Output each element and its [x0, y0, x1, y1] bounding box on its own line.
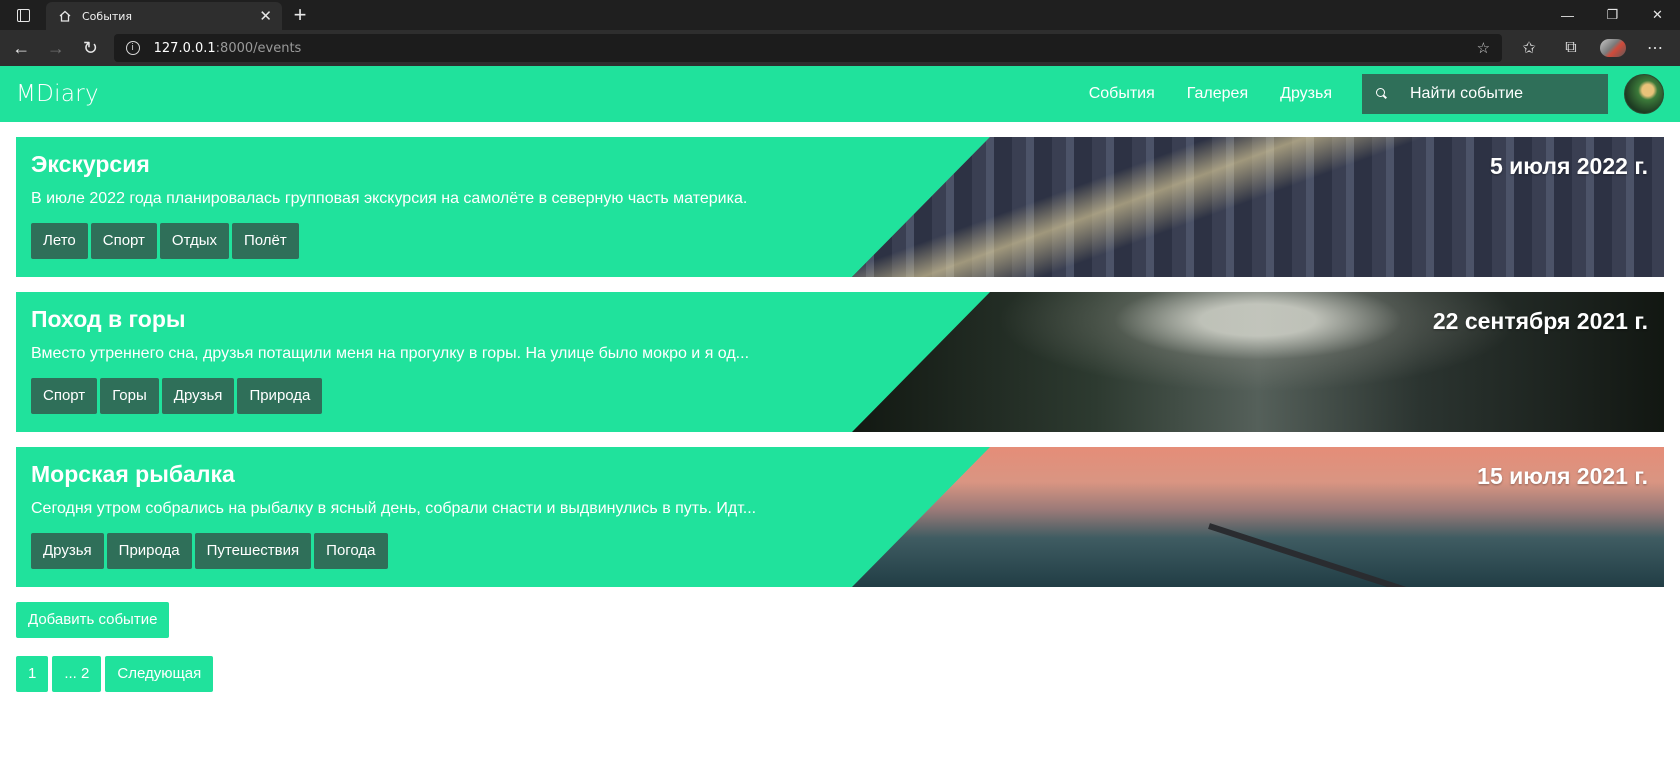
pier-shape — [1208, 522, 1496, 587]
tag[interactable]: Полёт — [232, 223, 299, 259]
window-controls: — ❐ ✕ — [1545, 0, 1680, 30]
address-bar-row: ← → ↻ i 127.0.0.1:8000/events ☆ ✩ ⧉ ⋯ — [0, 30, 1680, 66]
event-description: Вместо утреннего сна, друзья потащили ме… — [31, 345, 750, 362]
new-tab-button[interactable]: + — [282, 0, 318, 30]
add-event-button[interactable]: Добавить событие — [16, 602, 170, 638]
nav-link-events[interactable]: События — [1089, 85, 1155, 103]
url-path: :8000/events — [215, 40, 302, 56]
event-date: 15 июля 2021 г. — [1477, 463, 1648, 489]
next-page-button[interactable]: Следующая — [105, 656, 214, 692]
url-text: 127.0.0.1:8000/events — [154, 41, 302, 56]
back-icon[interactable]: ← — [4, 33, 39, 63]
tag[interactable]: Спорт — [90, 223, 157, 259]
event-description: Сегодня утром собрались на рыбалку в ясн… — [31, 500, 757, 517]
site-navbar: MDiary События Галерея Друзья Найти собы… — [0, 66, 1680, 122]
browser-tab[interactable]: События ✕ — [46, 2, 282, 30]
close-tab-icon[interactable]: ✕ — [259, 9, 272, 24]
event-description: В июле 2022 года планировалась групповая… — [31, 190, 748, 207]
event-card[interactable]: Морская рыбалка Сегодня утром собрались … — [16, 447, 1664, 587]
browser-tab-strip: События ✕ + — ❐ ✕ — [0, 0, 1680, 30]
tab-actions-icon — [16, 8, 30, 22]
url-host: 127.0.0.1 — [153, 40, 216, 56]
search-input[interactable]: Найти событие — [1362, 74, 1608, 114]
tag[interactable]: Друзья — [31, 533, 104, 569]
site-info-icon[interactable]: i — [125, 41, 140, 55]
tag[interactable]: Отдых — [159, 223, 229, 259]
search-icon — [1376, 88, 1388, 100]
tag[interactable]: Горы — [100, 378, 159, 414]
avatar[interactable] — [1624, 74, 1664, 114]
tag[interactable]: Путешествия — [194, 533, 312, 569]
address-bar[interactable]: i 127.0.0.1:8000/events ☆ — [113, 34, 1503, 62]
refresh-icon[interactable]: ↻ — [73, 33, 108, 63]
tag-list: Лето Спорт Отдых Полёт — [31, 223, 831, 259]
tag[interactable]: Природа — [237, 378, 323, 414]
minimize-icon[interactable]: — — [1545, 0, 1590, 30]
event-title[interactable]: Поход в горы — [31, 306, 831, 333]
more-options-icon[interactable]: ⋯ — [1634, 33, 1676, 63]
page-button-2[interactable]: ... 2 — [52, 656, 102, 692]
event-date: 5 июля 2022 г. — [1489, 153, 1648, 179]
tag[interactable]: Погода — [314, 533, 388, 569]
tag-list: Друзья Природа Путешествия Погода — [31, 533, 831, 569]
add-favorite-icon[interactable]: ☆ — [1477, 39, 1490, 57]
page-button-1[interactable]: 1 — [16, 656, 49, 692]
profile-icon — [1600, 39, 1627, 57]
event-list: Экскурсия В июле 2022 года планировалась… — [0, 122, 1680, 692]
close-window-icon[interactable]: ✕ — [1635, 0, 1680, 30]
collections-icon[interactable]: ⧉ — [1550, 33, 1592, 63]
profile-button[interactable] — [1592, 33, 1634, 63]
event-card[interactable]: Поход в горы Вместо утреннего сна, друзь… — [16, 292, 1664, 432]
nav-link-friends[interactable]: Друзья — [1280, 85, 1332, 103]
tag[interactable]: Спорт — [31, 378, 98, 414]
brand-logo[interactable]: MDiary — [16, 81, 99, 107]
nav-link-gallery[interactable]: Галерея — [1187, 85, 1248, 103]
search-placeholder: Найти событие — [1410, 85, 1524, 102]
event-title[interactable]: Морская рыбалка — [31, 461, 831, 488]
tag[interactable]: Лето — [31, 223, 88, 259]
pagination: 1 ... 2 Следующая — [16, 656, 1664, 692]
event-title[interactable]: Экскурсия — [31, 151, 831, 178]
event-card[interactable]: Экскурсия В июле 2022 года планировалась… — [16, 137, 1664, 277]
home-icon — [58, 9, 72, 23]
event-date: 22 сентября 2021 г. — [1432, 308, 1648, 334]
tab-title: События — [82, 9, 133, 23]
tag[interactable]: Природа — [106, 533, 192, 569]
tag[interactable]: Друзья — [161, 378, 235, 414]
tag-list: Спорт Горы Друзья Природа — [31, 378, 831, 414]
forward-icon[interactable]: → — [39, 33, 74, 63]
favorites-icon[interactable]: ✩ — [1508, 33, 1550, 63]
browser-toolbar: ✩ ⧉ ⋯ — [1508, 33, 1676, 63]
tab-actions-button[interactable] — [0, 0, 46, 30]
restore-icon[interactable]: ❐ — [1590, 0, 1635, 30]
